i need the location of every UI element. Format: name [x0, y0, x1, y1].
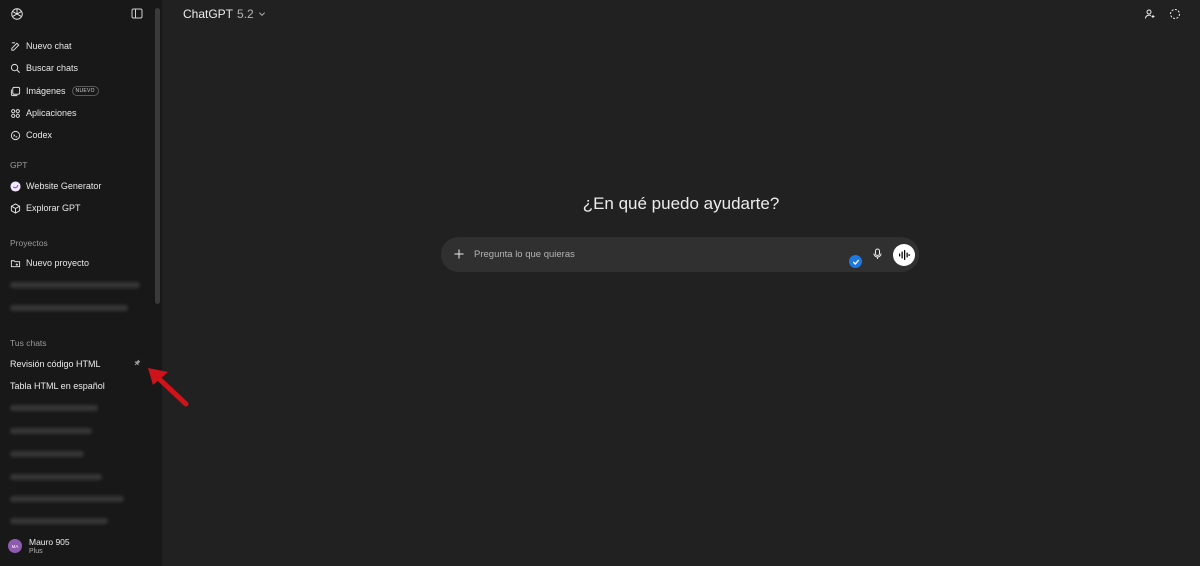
- blurred-chat-item[interactable]: [10, 405, 98, 411]
- sidebar-item-new-chat[interactable]: Nuevo chat: [10, 37, 72, 55]
- annotation-arrow-icon: [148, 368, 189, 407]
- blurred-chat-item[interactable]: [10, 496, 124, 502]
- sidebar-toggle-icon[interactable]: [131, 8, 143, 19]
- new-chat-icon: [11, 41, 20, 51]
- user-profile[interactable]: MA Mauro 905 Plus: [8, 537, 70, 555]
- temporary-chat-icon[interactable]: [1169, 8, 1181, 20]
- section-label-projects: Proyectos: [10, 238, 48, 248]
- openai-logo-icon[interactable]: [10, 7, 24, 21]
- composer[interactable]: Pregunta lo que quieras: [441, 237, 919, 272]
- new-folder-icon: [10, 259, 21, 267]
- codex-icon: [10, 130, 21, 140]
- sidebar-scrollbar[interactable]: [155, 8, 160, 304]
- blurred-chat-item[interactable]: [10, 474, 102, 480]
- prompt-input[interactable]: Pregunta lo que quieras: [474, 249, 575, 260]
- sidebar-item-website-generator[interactable]: Website Generator: [10, 177, 101, 195]
- apps-icon: [11, 108, 20, 118]
- blurred-project-item[interactable]: [10, 305, 128, 311]
- sidebar-item-label: Imágenes: [26, 86, 66, 96]
- search-icon: [10, 63, 20, 73]
- sidebar-item-apps[interactable]: Aplicaciones: [10, 104, 77, 122]
- microphone-icon[interactable]: [872, 248, 883, 260]
- user-name: Mauro 905: [29, 537, 70, 547]
- sidebar-item-label: Buscar chats: [26, 63, 79, 73]
- plus-icon[interactable]: [453, 248, 465, 260]
- sidebar-item-images[interactable]: Imágenes NUEVO: [10, 82, 99, 100]
- website-generator-avatar: [10, 180, 21, 192]
- sidebar: Nuevo chat Buscar chats Imágenes NUEVO A…: [0, 0, 162, 566]
- chat-item-html-review[interactable]: Revisión código HTML: [10, 359, 101, 369]
- sidebar-item-label: Website Generator: [26, 181, 102, 191]
- page-title: ¿En qué puedo ayudarte?: [582, 194, 780, 213]
- add-person-icon[interactable]: [1144, 8, 1156, 20]
- model-selector[interactable]: ChatGPT 5.2: [183, 7, 266, 21]
- check-badge-icon: [849, 255, 862, 268]
- blurred-chat-item[interactable]: [10, 451, 84, 457]
- new-badge: NUEVO: [71, 86, 99, 96]
- sidebar-item-label: Nuevo proyecto: [26, 258, 90, 268]
- voice-wave-icon: [899, 250, 910, 260]
- sidebar-item-new-project[interactable]: Nuevo proyecto: [10, 254, 89, 272]
- blurred-chat-item[interactable]: [10, 428, 92, 434]
- chevron-down-icon: [258, 12, 265, 17]
- sidebar-item-label: Aplicaciones: [26, 108, 77, 118]
- section-label-gpt: GPT: [10, 160, 28, 170]
- section-label-your-chats: Tus chats: [10, 338, 47, 348]
- user-plan: Plus: [29, 548, 43, 555]
- sidebar-item-label: Codex: [26, 130, 53, 140]
- sidebar-item-label: Nuevo chat: [26, 41, 72, 51]
- pin-icon[interactable]: [134, 359, 141, 366]
- sidebar-item-codex[interactable]: Codex: [10, 126, 52, 144]
- chat-item-html-table[interactable]: Tabla HTML en español: [10, 381, 105, 391]
- blurred-chat-item[interactable]: [10, 518, 108, 524]
- model-name: ChatGPT: [183, 7, 234, 21]
- voice-mode-button[interactable]: [893, 244, 915, 266]
- images-icon: [10, 86, 21, 96]
- blurred-project-item[interactable]: [10, 282, 140, 288]
- sidebar-item-search-chats[interactable]: Buscar chats: [10, 59, 78, 77]
- model-version: 5.2: [237, 7, 254, 21]
- avatar: MA: [8, 539, 22, 553]
